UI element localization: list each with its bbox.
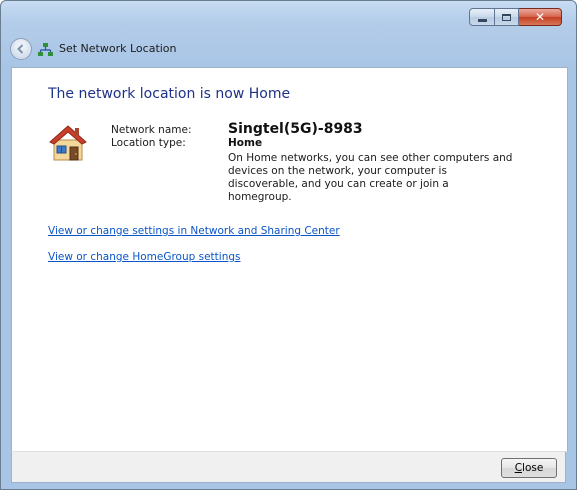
back-button[interactable]	[10, 38, 32, 60]
network-sharing-center-link[interactable]: View or change settings in Network and S…	[48, 225, 340, 237]
network-name-value: Singtel(5G)-8983	[228, 121, 363, 137]
dialog-footer: Close	[11, 451, 566, 483]
dialog-window: ✕ Set Network Location The network locat…	[0, 0, 577, 490]
close-button-label: lose	[522, 462, 544, 474]
location-description: On Home networks, you can see other comp…	[228, 152, 513, 203]
close-button[interactable]: Close	[501, 458, 557, 478]
page-title: The network location is now Home	[48, 86, 291, 102]
close-icon: ✕	[534, 10, 546, 24]
network-name-label: Network name:	[111, 124, 192, 136]
caption-buttons: ✕	[469, 8, 562, 26]
back-arrow-icon	[17, 44, 24, 54]
content-panel: The network location is now Home Network…	[11, 67, 568, 452]
network-info: Network name: Singtel(5G)-8983 Location …	[111, 121, 513, 204]
close-window-button[interactable]: ✕	[519, 8, 562, 26]
maximize-button[interactable]	[495, 8, 519, 26]
maximize-icon	[502, 13, 511, 21]
location-type-row: Location type: Home	[111, 137, 513, 149]
dialog-title: Set Network Location	[59, 42, 177, 55]
location-type-value: Home	[228, 137, 263, 149]
network-icon	[38, 43, 53, 56]
network-name-row: Network name: Singtel(5G)-8983	[111, 121, 513, 137]
close-button-mnemonic: C	[514, 462, 523, 474]
homegroup-settings-link[interactable]: View or change HomeGroup settings	[48, 251, 241, 263]
home-network-icon	[49, 125, 87, 161]
location-type-label: Location type:	[111, 137, 186, 149]
minimize-button[interactable]	[469, 8, 495, 26]
minimize-icon	[477, 18, 487, 22]
